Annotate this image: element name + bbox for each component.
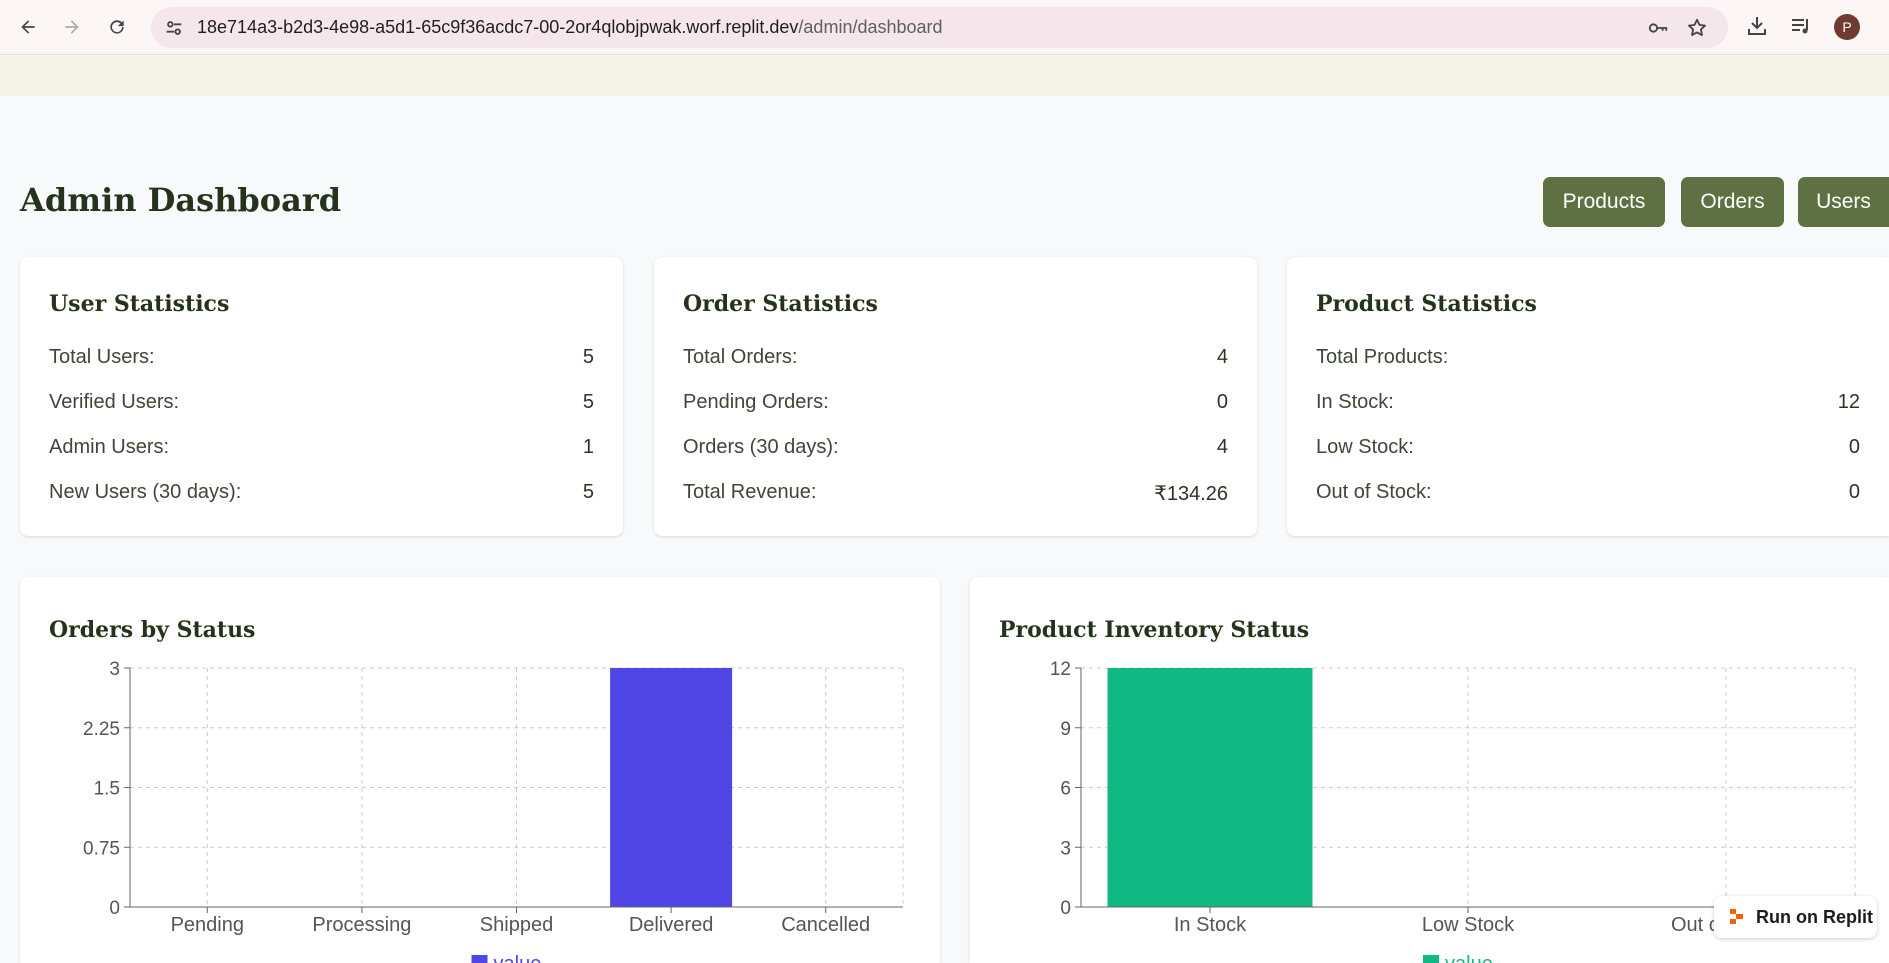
y-tick-label: 1.5 <box>94 779 120 800</box>
browser-toolbar: 18e714a3-b2d3-4e98-a5d1-65c9f36acdc7-00-… <box>0 0 1889 55</box>
forward-icon[interactable] <box>57 12 87 42</box>
stat-value: 5 <box>582 391 594 413</box>
stat-label: Total Products: <box>1316 346 1449 368</box>
stat-row: Total Orders: 4 <box>683 346 1228 372</box>
run-on-replit-label: Run on Replit <box>1756 906 1873 927</box>
stat-value: 0 <box>1216 391 1228 413</box>
stat-value: 1 <box>582 436 594 458</box>
orders-by-status-card: Orders by Status 0 0.75 1.5 2.25 3 Pending Pro… <box>20 577 940 963</box>
stat-row: Pending Orders: 0 <box>683 391 1228 417</box>
replit-logo-icon <box>1730 909 1743 924</box>
x-tick-label: Cancelled <box>781 914 870 936</box>
y-tick-label: 3 <box>109 659 120 680</box>
stat-value: 5 <box>582 346 594 368</box>
page-title: Admin Dashboard <box>20 181 342 219</box>
legend-label: value <box>494 953 542 963</box>
stat-row: Total Users: 5 <box>49 346 594 372</box>
legend-swatch <box>1423 955 1439 963</box>
stat-row: Verified Users: 5 <box>49 391 594 417</box>
bookmark-star-icon[interactable] <box>1686 17 1708 39</box>
stat-label: Pending Orders: <box>683 391 829 413</box>
orders-by-status-chart: 0 0.75 1.5 2.25 3 Pending Processing Shipped Del… <box>83 659 904 963</box>
y-tick-label: 0 <box>1060 898 1071 919</box>
legend-label: value <box>1445 953 1493 963</box>
user-statistics-card: User Statistics Total Users: 5 Verified U… <box>20 257 623 536</box>
url-text: 18e714a3-b2d3-4e98-a5d1-65c9f36acdc7-00-… <box>197 17 943 38</box>
stat-label: Admin Users: <box>49 436 170 458</box>
reload-icon[interactable] <box>102 12 132 42</box>
legend-swatch <box>471 955 488 963</box>
stat-label: Low Stock: <box>1316 436 1414 458</box>
run-on-replit-button[interactable]: Run on Replit <box>1714 896 1877 938</box>
product-statistics-card: Product Statistics Total Products: In St… <box>1287 257 1889 536</box>
products-button[interactable]: Products <box>1543 177 1665 227</box>
y-tick-label: 9 <box>1060 719 1071 740</box>
stat-row: Admin Users: 1 <box>49 436 594 462</box>
avatar[interactable]: P <box>1834 14 1860 40</box>
back-icon[interactable] <box>13 12 43 42</box>
y-tick-label: 2.25 <box>83 719 120 740</box>
stat-row: In Stock: 12 <box>1316 391 1860 417</box>
bar-delivered[interactable] <box>610 668 733 907</box>
stat-row: Orders (30 days): 4 <box>683 436 1228 462</box>
url-path: /admin/dashboard <box>798 17 943 37</box>
stat-label: Out of Stock: <box>1316 481 1432 503</box>
x-tick-label: Pending <box>171 914 244 936</box>
card-title: Order Statistics <box>683 291 878 317</box>
x-tick-label: Shipped <box>480 914 553 936</box>
y-tick-label: 0 <box>109 898 120 919</box>
stat-value: ₹134.26 <box>1154 483 1228 505</box>
stat-value: 4 <box>1216 436 1228 458</box>
stat-value: 12 <box>1837 391 1860 413</box>
y-tick-label: 0.75 <box>83 838 120 859</box>
bar-in-stock[interactable] <box>1107 668 1313 907</box>
stat-label: In Stock: <box>1316 391 1394 413</box>
card-title: Product Statistics <box>1316 291 1537 317</box>
orders-button[interactable]: Orders <box>1681 177 1784 227</box>
users-button[interactable]: Users <box>1798 177 1889 227</box>
stat-value: 0 <box>1848 436 1860 458</box>
y-tick-label: 3 <box>1060 838 1071 859</box>
stat-value: 4 <box>1216 346 1228 368</box>
stat-row: New Users (30 days): 5 <box>49 481 594 507</box>
order-statistics-card: Order Statistics Total Orders: 4 Pending … <box>654 257 1257 536</box>
password-key-icon[interactable] <box>1647 17 1669 39</box>
x-tick-label: Low Stock <box>1422 914 1515 936</box>
site-settings-icon[interactable] <box>163 17 185 39</box>
stat-value: 0 <box>1848 481 1860 503</box>
stat-row: Low Stock: 0 <box>1316 436 1860 462</box>
stat-row: Total Revenue: ₹134.26 <box>683 481 1228 507</box>
card-title: User Statistics <box>49 291 230 317</box>
y-tick-label: 6 <box>1060 779 1071 800</box>
x-tick-label: Delivered <box>629 914 713 936</box>
y-tick-label: 12 <box>1050 659 1071 680</box>
stat-label: Total Users: <box>49 346 155 368</box>
stat-row: Total Products: <box>1316 346 1860 372</box>
stat-label: Orders (30 days): <box>683 436 839 458</box>
download-icon[interactable] <box>1745 14 1769 38</box>
site-header <box>0 56 1889 96</box>
url-host: 18e714a3-b2d3-4e98-a5d1-65c9f36acdc7-00-… <box>197 17 799 37</box>
stat-label: Total Revenue: <box>683 481 817 503</box>
stat-label: New Users (30 days): <box>49 481 242 503</box>
media-queue-icon[interactable] <box>1789 14 1813 38</box>
x-tick-label: In Stock <box>1174 914 1247 936</box>
address-bar[interactable]: 18e714a3-b2d3-4e98-a5d1-65c9f36acdc7-00-… <box>151 7 1728 48</box>
stat-label: Verified Users: <box>49 391 180 413</box>
stat-value: 5 <box>582 481 594 503</box>
stat-label: Total Orders: <box>683 346 798 368</box>
x-tick-label: Processing <box>312 914 411 936</box>
stat-row: Out of Stock: 0 <box>1316 481 1860 507</box>
